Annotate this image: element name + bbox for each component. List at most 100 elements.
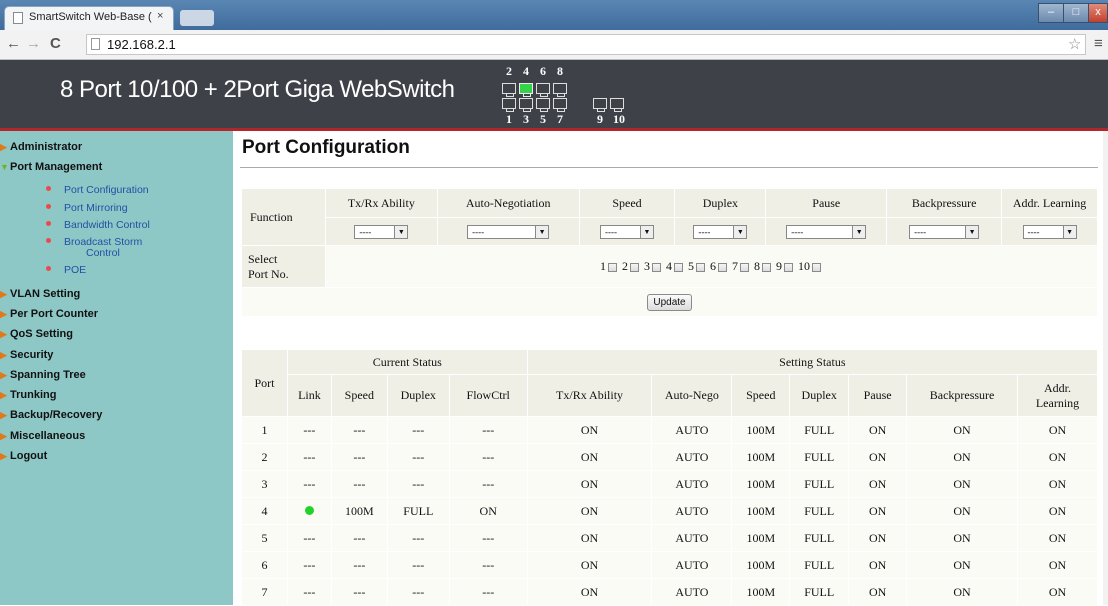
port-checkbox-label: 5 xyxy=(687,259,694,273)
address-bar[interactable]: 192.168.2.1 xyxy=(86,34,1086,55)
sidebar-item-trunking[interactable]: ▶ Trunking xyxy=(0,389,56,401)
speed-select[interactable]: ---- ▼ xyxy=(600,225,654,240)
table-cell-pause: ON xyxy=(848,443,908,471)
arrow-icon: ▶ xyxy=(0,431,7,441)
port-checkbox-label: 10 xyxy=(797,259,810,273)
window-close-button[interactable]: x xyxy=(1088,3,1108,23)
sidebar-item-label: Logout xyxy=(10,450,48,462)
table-cell-speed: --- xyxy=(330,551,388,579)
col-header: Duplex xyxy=(674,188,767,218)
port-checkbox[interactable] xyxy=(607,262,617,272)
col-header: Backpressure xyxy=(886,188,1003,218)
port-6-icon xyxy=(536,83,550,97)
window-maximize-button[interactable]: □ xyxy=(1063,3,1089,23)
reload-icon[interactable]: C xyxy=(50,35,61,52)
table-cell-flow: --- xyxy=(448,470,528,498)
sidebar-item-vlan-setting[interactable]: ▶ VLAN Setting xyxy=(0,288,80,300)
port-checkbox-label: 8 xyxy=(753,259,760,273)
update-cell: Update xyxy=(241,287,1098,317)
table-cell-txrx: ON xyxy=(526,497,653,525)
update-button[interactable]: Update xyxy=(647,293,692,311)
table-cell-duplex: --- xyxy=(386,578,450,606)
sidebar-subitem-bandwidth-control[interactable]: Bandwidth Control xyxy=(46,219,150,231)
bookmark-star-icon[interactable]: ☆ xyxy=(1068,35,1081,53)
col-header: Link xyxy=(286,374,332,417)
port-checkbox[interactable] xyxy=(761,262,771,272)
sidebar-item-security[interactable]: ▶ Security xyxy=(0,349,53,361)
col-header-line: Learning xyxy=(1035,395,1080,410)
table-cell-duplex: --- xyxy=(386,416,450,444)
forward-arrow-icon[interactable]: → xyxy=(26,35,41,52)
txrx-ability-select[interactable]: ---- ▼ xyxy=(354,225,409,240)
port-checkbox[interactable] xyxy=(717,262,727,272)
table-cell-port: 1 xyxy=(241,416,288,444)
sidebar-item-administrator[interactable]: ▶ Administrator xyxy=(0,141,82,153)
table-cell-pause: ON xyxy=(848,524,908,552)
port-checkbox[interactable] xyxy=(783,262,793,272)
table-cell-s_speed: 100M xyxy=(731,551,791,579)
browser-title-bar: SmartSwitch Web-Base ( × – □ x xyxy=(0,0,1108,30)
sidebar-item-logout[interactable]: ▶ Logout xyxy=(0,450,47,462)
status-rows: 1 --- --- --- --- ON AUTO 100M FULL ON ON ON 2 --- ---… xyxy=(241,416,1098,606)
port-label: 8 xyxy=(557,64,563,78)
port-checkbox[interactable] xyxy=(651,262,661,272)
sidebar-item-miscellaneous[interactable]: ▶ Miscellaneous xyxy=(0,430,85,442)
table-cell-txrx: ON xyxy=(526,578,653,606)
duplex-select[interactable]: ---- ▼ xyxy=(693,225,748,240)
table-cell-txrx: ON xyxy=(526,524,653,552)
port-label: 5 xyxy=(540,112,546,126)
table-row: 7 --- --- --- --- ON AUTO 100M FULL ON ON ON xyxy=(241,578,1098,606)
table-cell-learn: ON xyxy=(1017,497,1098,525)
col-header: Backpressure xyxy=(906,374,1018,417)
col-header: Speed xyxy=(330,374,388,417)
pause-select[interactable]: ---- ▼ xyxy=(786,225,867,240)
table-cell-s_duplex: FULL xyxy=(789,497,850,525)
sidebar-subitem-poe[interactable]: POE xyxy=(46,265,86,275)
port-checkbox[interactable] xyxy=(629,262,639,272)
link-up-icon xyxy=(304,505,314,515)
tab-close-icon[interactable]: × xyxy=(157,10,163,22)
table-cell-duplex: FULL xyxy=(386,497,450,525)
table-cell-port: 6 xyxy=(241,551,288,579)
port-checkbox[interactable] xyxy=(673,262,683,272)
sidebar-item-per-port-counter[interactable]: ▶ Per Port Counter xyxy=(0,308,98,320)
arrow-icon: ▶ xyxy=(0,350,7,360)
sidebar-item-label: Administrator xyxy=(10,141,83,153)
back-arrow-icon[interactable]: ← xyxy=(6,35,21,52)
port-checkbox[interactable] xyxy=(739,262,749,272)
sidebar-item-label: Spanning Tree xyxy=(10,369,86,381)
sidebar-subitem-label: Bandwidth Control xyxy=(64,219,150,231)
speed-select-cell: ---- ▼ xyxy=(578,217,676,246)
port-8-icon xyxy=(553,83,567,97)
window-minimize-button[interactable]: – xyxy=(1038,3,1064,23)
port-checkbox[interactable] xyxy=(695,262,705,272)
sidebar-item-spanning-tree[interactable]: ▶ Spanning Tree xyxy=(0,369,86,381)
sidebar-subitem-port-configuration[interactable]: Port Configuration xyxy=(46,185,149,195)
new-tab-button[interactable] xyxy=(180,10,214,26)
port-checkbox-label: 9 xyxy=(775,259,782,273)
table-cell-txrx: ON xyxy=(526,443,653,471)
sidebar-item-port-management[interactable]: ▼Port Management xyxy=(0,161,102,173)
sidebar-item-label: Per Port Counter xyxy=(10,308,99,320)
browser-menu-icon[interactable]: ≡ xyxy=(1094,35,1103,52)
auto-negotiation-select[interactable]: ---- ▼ xyxy=(467,225,550,240)
table-cell-flow: --- xyxy=(448,551,528,579)
product-title: 8 Port 10/100 + 2Port Giga WebSwitch xyxy=(60,76,455,103)
table-cell-duplex: --- xyxy=(386,551,450,579)
col-header-line: Addr. xyxy=(1044,380,1071,395)
sidebar-subitem-port-mirroring[interactable]: Port Mirroring xyxy=(46,202,128,214)
page-scrollbar[interactable] xyxy=(1103,131,1108,605)
sidebar-item-backup-recovery[interactable]: ▶ Backup/Recovery xyxy=(0,409,102,421)
port-checkbox[interactable] xyxy=(811,262,821,272)
sidebar-subitem-label-continued[interactable]: Control xyxy=(86,248,120,259)
sidebar-item-qos-setting[interactable]: ▶ QoS Setting xyxy=(0,328,73,340)
table-cell-link: --- xyxy=(286,578,332,606)
addr-learning-select[interactable]: ---- ▼ xyxy=(1022,225,1077,240)
sidebar-subitem-label: Port Mirroring xyxy=(64,202,128,214)
tab-title: SmartSwitch Web-Base ( xyxy=(29,11,152,23)
browser-tab[interactable]: SmartSwitch Web-Base ( × xyxy=(4,6,174,30)
table-cell-link: --- xyxy=(286,443,332,471)
sidebar-subitem-broadcast-storm-control[interactable]: Broadcast Storm xyxy=(46,237,142,247)
backpressure-select[interactable]: ---- ▼ xyxy=(909,225,980,240)
col-header: FlowCtrl xyxy=(448,374,528,417)
